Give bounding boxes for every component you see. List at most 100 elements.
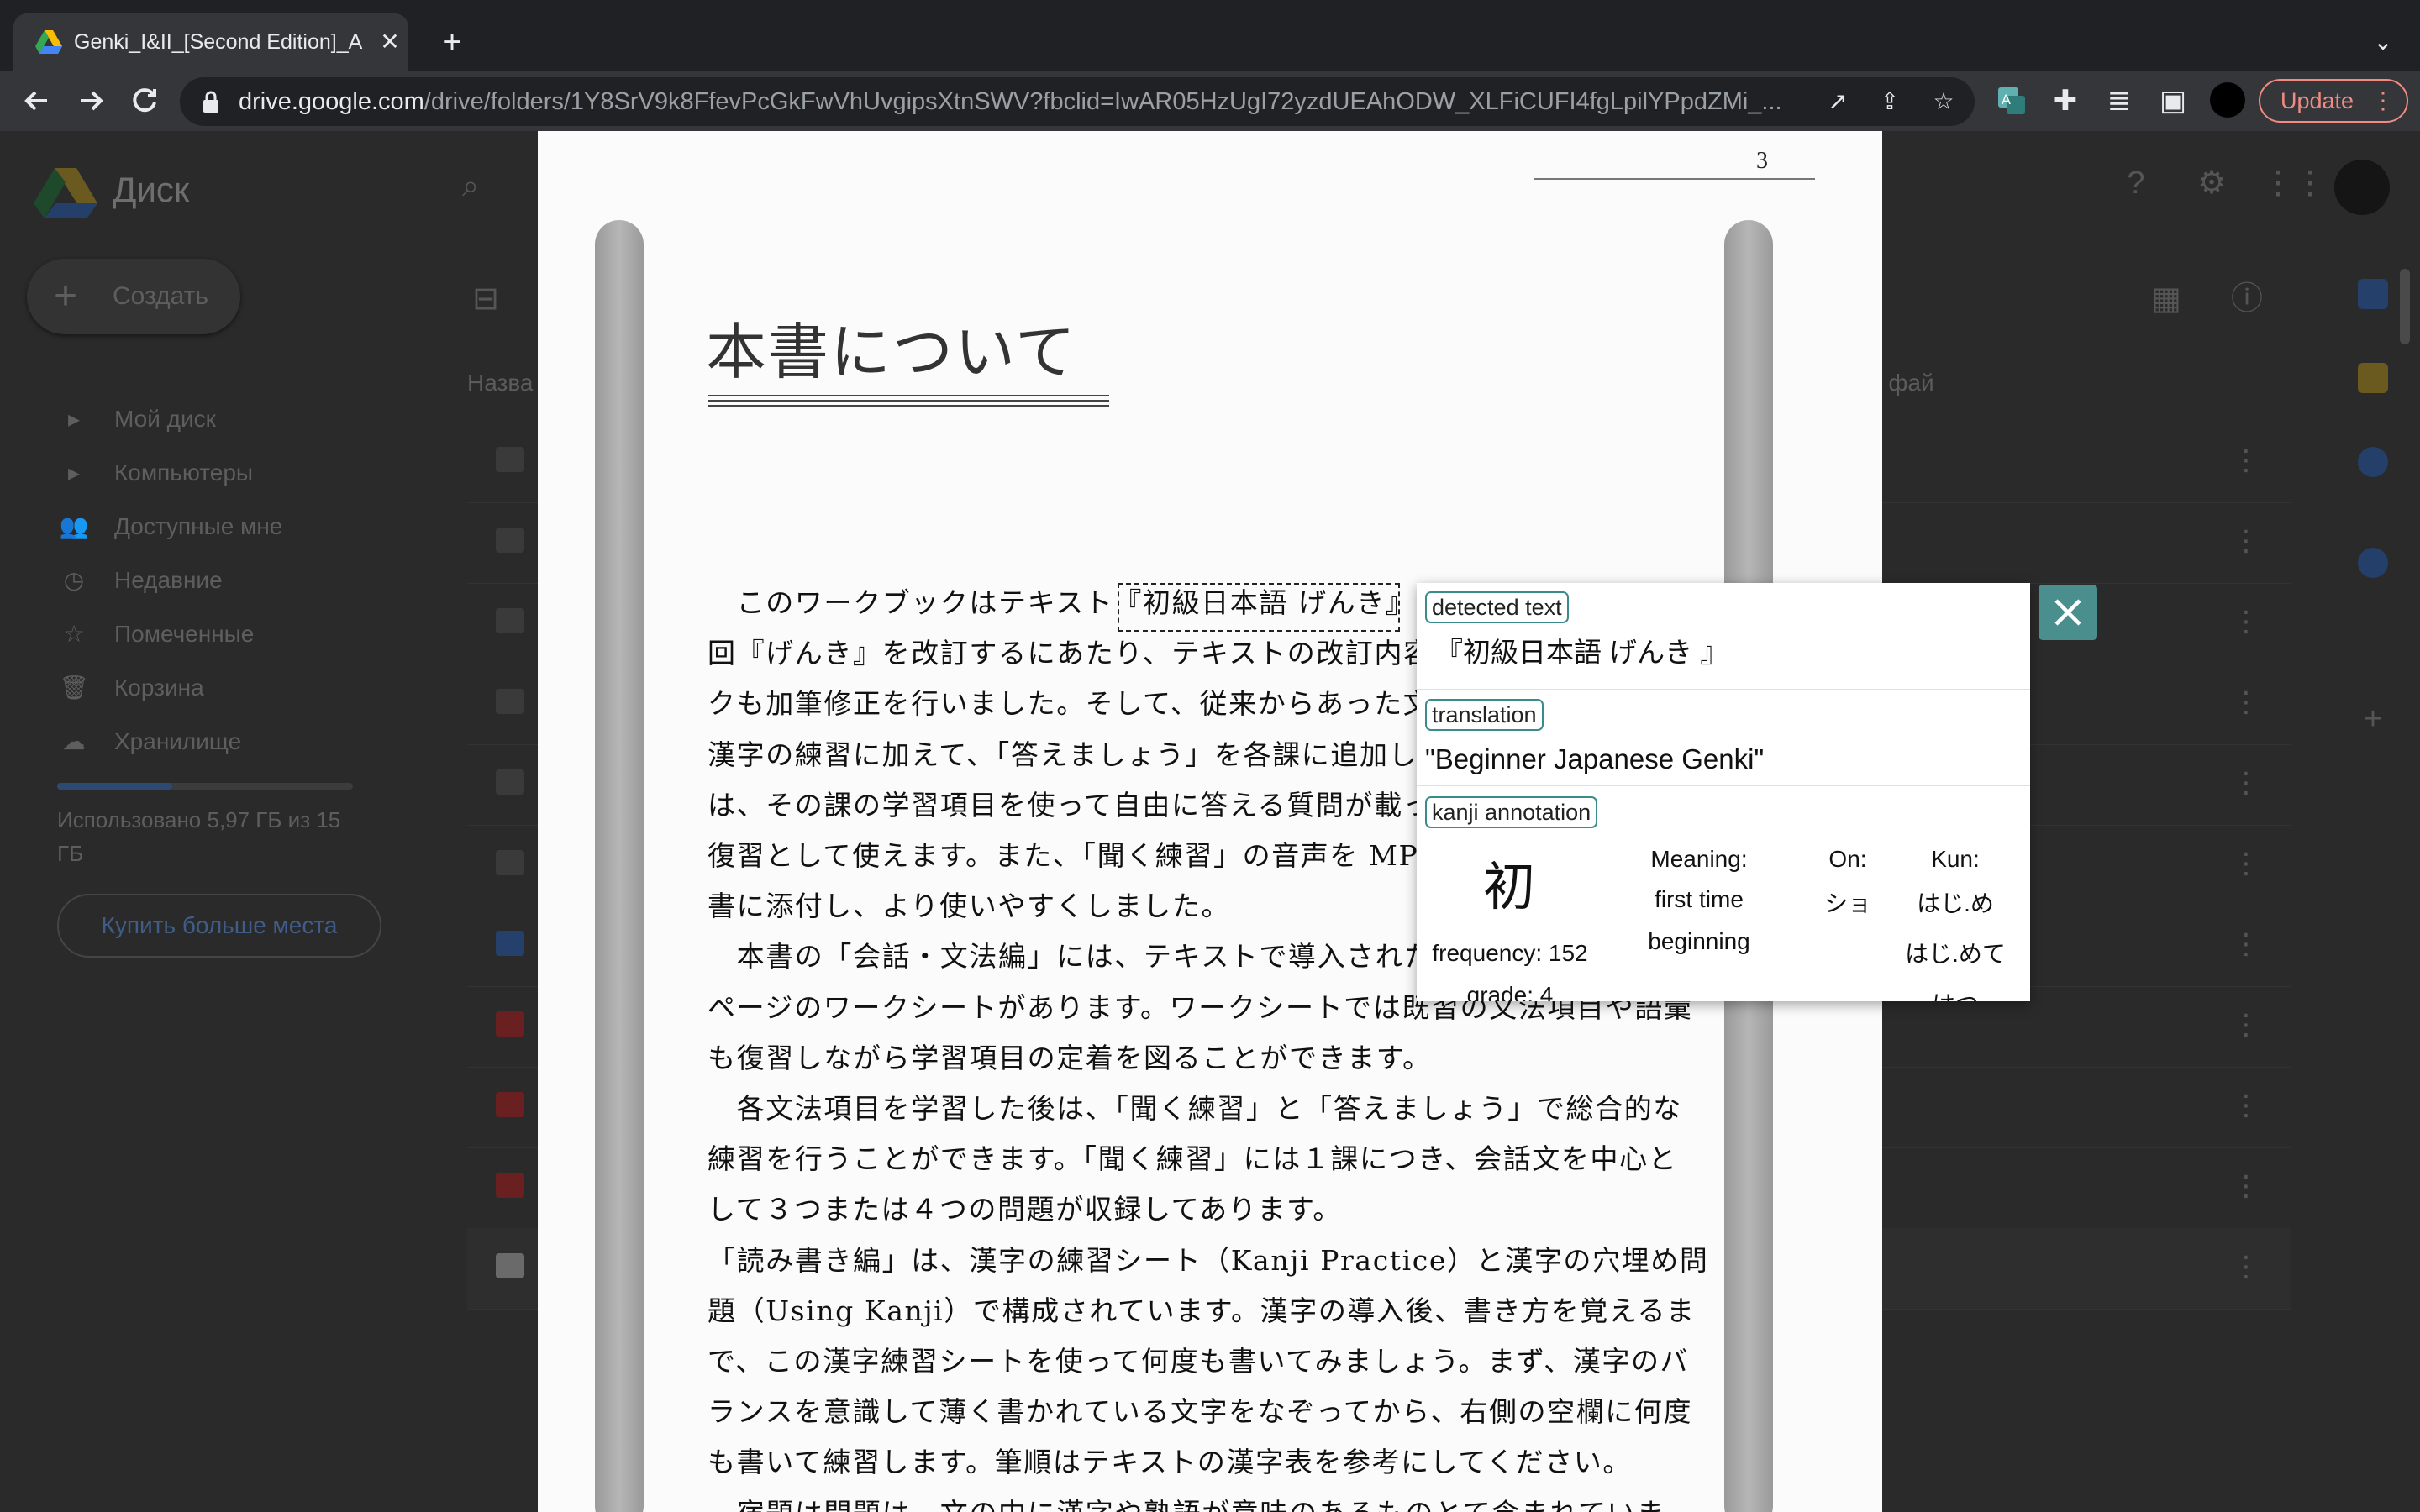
nav-label: Корзина bbox=[114, 675, 204, 701]
open-external-icon[interactable]: ↗ bbox=[1822, 86, 1854, 118]
nav-label: Недавние bbox=[114, 567, 223, 593]
row-more-icon[interactable]: ⋮ bbox=[2232, 847, 2260, 880]
shared-folder-icon bbox=[496, 689, 524, 714]
create-button[interactable]: + Создать bbox=[27, 259, 240, 334]
storage-usage-text: Использовано 5,97 ГБ из 15 ГБ bbox=[57, 807, 341, 866]
calendar-icon[interactable] bbox=[2358, 279, 2388, 309]
row-more-icon[interactable]: ⋮ bbox=[2232, 1008, 2260, 1042]
storage-progress-bar bbox=[57, 783, 353, 790]
scrollbar[interactable] bbox=[2400, 269, 2410, 344]
tab-close-icon[interactable]: ✕ bbox=[376, 29, 403, 55]
meaning-label: Meaning: bbox=[1650, 846, 1748, 872]
translation-popup: detected text 『初級日本語 げんき 』 translation "… bbox=[1417, 583, 2030, 1001]
url-text[interactable]: drive.google.com/drive/folders/1Y8SrV9k8… bbox=[239, 87, 1835, 116]
text-line: で、この漢字練習シートを使って何度も書いてみましょう。まず、漢字のバ bbox=[708, 1345, 1690, 1378]
popup-divider bbox=[1417, 689, 2030, 690]
text-line: 題（Using Kanji）で構成されています。漢字の導入後、書き方を覚えるま bbox=[708, 1294, 1696, 1327]
translate-icon: A bbox=[1998, 87, 2025, 114]
kun-reading: はじ.めて bbox=[1905, 941, 2006, 967]
keep-icon[interactable] bbox=[2358, 363, 2388, 393]
apps-grid-icon[interactable]: ⋮⋮ bbox=[2262, 163, 2326, 203]
on-label: On: bbox=[1828, 846, 1867, 872]
address-bar[interactable]: drive.google.com/drive/folders/1Y8SrV9k8… bbox=[180, 77, 1975, 126]
text-line: も書いて練習します。筆順はテキストの漢字表を参考にしてください。 bbox=[708, 1446, 1632, 1479]
row-more-icon[interactable]: ⋮ bbox=[2232, 685, 2260, 719]
column-name-header[interactable]: Назва bbox=[467, 370, 533, 396]
kun-reading: はじ.め bbox=[1917, 890, 1994, 916]
close-popup-button[interactable] bbox=[2039, 585, 2097, 640]
nav-storage[interactable]: ☁ Хранилище bbox=[57, 721, 376, 763]
row-more-icon[interactable]: ⋮ bbox=[2232, 1169, 2260, 1203]
nav-my-drive[interactable]: ▸ Мой диск bbox=[57, 398, 376, 440]
drive-app-name: Диск bbox=[113, 170, 190, 209]
detected-text: 『初級日本語 げんき 』 bbox=[1435, 637, 1728, 668]
nav-label: Хранилище bbox=[114, 728, 242, 754]
star-icon: ☆ bbox=[63, 621, 85, 647]
side-panel-icon[interactable]: ▣ bbox=[2154, 82, 2191, 119]
decorative-left-bar bbox=[595, 220, 644, 1512]
create-label: Создать bbox=[113, 282, 209, 310]
on-reading: ショ bbox=[1823, 890, 1871, 916]
svg-text:A: A bbox=[2002, 92, 2011, 108]
translate-extension-icon[interactable]: A bbox=[1993, 82, 2030, 119]
row-more-icon[interactable]: ⋮ bbox=[2232, 766, 2260, 800]
update-button[interactable]: Update ⋮ bbox=[2259, 79, 2408, 123]
translation-text: "Beginner Japanese Genki" bbox=[1425, 743, 1765, 774]
shared-folder-icon bbox=[496, 447, 524, 472]
back-button[interactable] bbox=[18, 82, 55, 119]
nav-recent[interactable]: ◷ Недавние bbox=[57, 559, 376, 601]
forward-button[interactable] bbox=[72, 82, 109, 119]
row-more-icon[interactable]: ⋮ bbox=[2232, 1089, 2260, 1122]
nav-shared[interactable]: 👥 Доступные мне bbox=[57, 506, 376, 548]
account-avatar[interactable] bbox=[2334, 160, 2390, 215]
nav-trash[interactable]: 🗑 Корзина bbox=[57, 667, 376, 709]
nav-label: Доступные мне bbox=[114, 513, 283, 539]
row-more-icon[interactable]: ⋮ bbox=[2232, 444, 2260, 477]
detected-text-selection[interactable] bbox=[1118, 583, 1400, 632]
kun-reading: はつ bbox=[1901, 979, 2010, 1001]
arrow-left-icon bbox=[24, 91, 47, 111]
detected-text-tag: detected text bbox=[1425, 591, 1569, 623]
profile-avatar[interactable] bbox=[2210, 82, 2245, 118]
pdf-file-icon bbox=[496, 1092, 524, 1117]
buy-storage-button[interactable]: Купить больше места bbox=[57, 894, 381, 958]
grid-view-icon[interactable]: ▦ bbox=[2146, 279, 2186, 319]
browser-tab[interactable]: Genki_I&II_[Second Edition]_A ✕ bbox=[13, 13, 408, 71]
text-line: も復習しながら学習項目の定着を図ることができます。 bbox=[708, 1041, 1432, 1074]
tab-list-icon[interactable]: ⌄ bbox=[2366, 25, 2400, 59]
reload-button[interactable] bbox=[126, 82, 163, 119]
trash-icon: 🗑 bbox=[59, 675, 89, 701]
extensions-puzzle-icon[interactable]: ✚ bbox=[2047, 82, 2084, 119]
kanji-frequency: frequency: 152 bbox=[1432, 940, 1588, 966]
row-more-icon[interactable]: ⋮ bbox=[2232, 1250, 2260, 1284]
row-more-icon[interactable]: ⋮ bbox=[2232, 605, 2260, 638]
row-more-icon[interactable]: ⋮ bbox=[2232, 524, 2260, 558]
nav-computers[interactable]: ▸ Компьютеры bbox=[57, 452, 376, 494]
media-playlist-icon[interactable]: ≣ bbox=[2101, 82, 2138, 119]
url-path: /drive/folders/1Y8SrV9k8FfevPcGkFwVhUvgi… bbox=[424, 88, 1782, 115]
bookmark-star-icon[interactable]: ☆ bbox=[1928, 86, 1960, 118]
pdf-file-icon bbox=[496, 1173, 524, 1198]
translation-tag: translation bbox=[1425, 699, 1544, 731]
search-icon[interactable]: ⌕ bbox=[462, 168, 496, 202]
google-drive-icon bbox=[35, 30, 62, 54]
shared-folder-icon bbox=[496, 850, 524, 875]
checkbox-checked-icon[interactable] bbox=[496, 1253, 524, 1278]
url-host: drive.google.com bbox=[239, 88, 424, 115]
info-icon[interactable]: ⓘ bbox=[2227, 279, 2267, 319]
more-menu-icon[interactable]: ⋮ bbox=[2371, 81, 2395, 121]
help-icon[interactable]: ? bbox=[2116, 163, 2156, 203]
shared-folder-icon bbox=[496, 528, 524, 553]
row-more-icon[interactable]: ⋮ bbox=[2232, 927, 2260, 961]
cloud-icon: ☁ bbox=[62, 728, 86, 754]
contacts-icon[interactable] bbox=[2358, 548, 2388, 578]
kun-label: Kun: bbox=[1931, 846, 1980, 872]
settings-gear-icon[interactable]: ⚙ bbox=[2191, 163, 2232, 203]
add-addon-icon[interactable]: + bbox=[2353, 699, 2393, 739]
new-tab-button[interactable]: + bbox=[435, 25, 469, 59]
tasks-icon[interactable] bbox=[2358, 447, 2388, 477]
text-line: 練習を行うことができます。「聞く練習」には１課につき、会話文を中心と bbox=[708, 1142, 1678, 1176]
select-all-checkbox-icon[interactable]: ⊟ bbox=[466, 279, 506, 319]
nav-starred[interactable]: ☆ Помеченные bbox=[57, 613, 376, 655]
share-icon[interactable]: ⇪ bbox=[1874, 86, 1906, 118]
